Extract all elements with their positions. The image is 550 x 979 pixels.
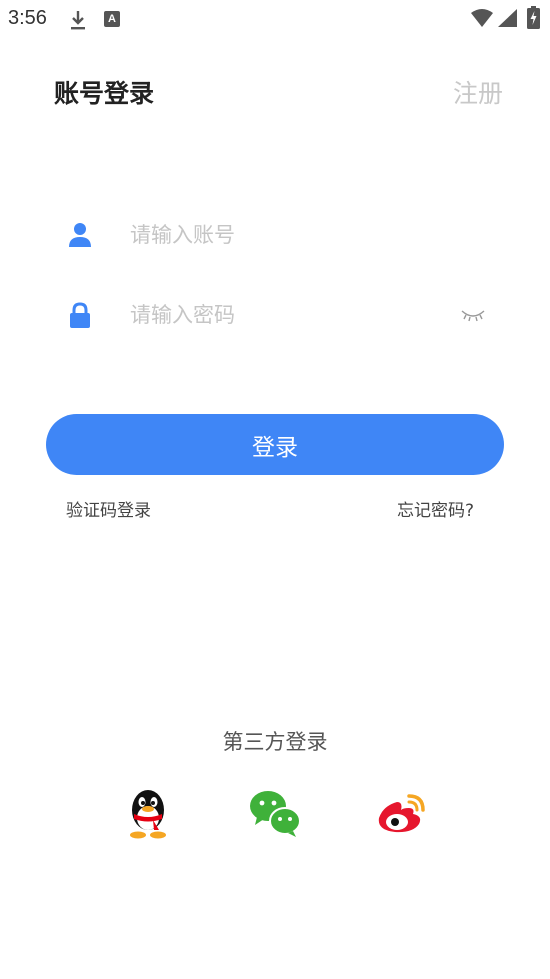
password-input[interactable]: [130, 297, 430, 333]
accessibility-icon: A: [104, 11, 120, 27]
account-field[interactable]: [46, 205, 504, 265]
login-button[interactable]: 登录: [46, 414, 504, 475]
weibo-icon[interactable]: [375, 786, 429, 840]
battery-icon: [527, 6, 540, 29]
forgot-password-link[interactable]: 忘记密码?: [397, 496, 474, 521]
third-party-title: 第三方登录: [222, 730, 328, 754]
password-field[interactable]: [46, 285, 504, 345]
page-title: 账号登录: [54, 79, 155, 108]
sms-login-link[interactable]: 验证码登录: [66, 496, 151, 521]
wifi-icon: [471, 9, 493, 27]
status-time: 3:56: [8, 7, 47, 29]
user-icon: [69, 223, 91, 247]
status-bar: 3:56 A: [0, 0, 550, 38]
wechat-icon[interactable]: [248, 786, 302, 840]
register-link[interactable]: 注册: [453, 74, 503, 110]
download-icon: [71, 11, 85, 30]
account-input[interactable]: [130, 217, 430, 253]
signal-icon: [498, 9, 517, 27]
lock-icon: [70, 302, 90, 328]
qq-icon[interactable]: [121, 786, 175, 840]
eye-closed-icon[interactable]: [460, 305, 486, 323]
